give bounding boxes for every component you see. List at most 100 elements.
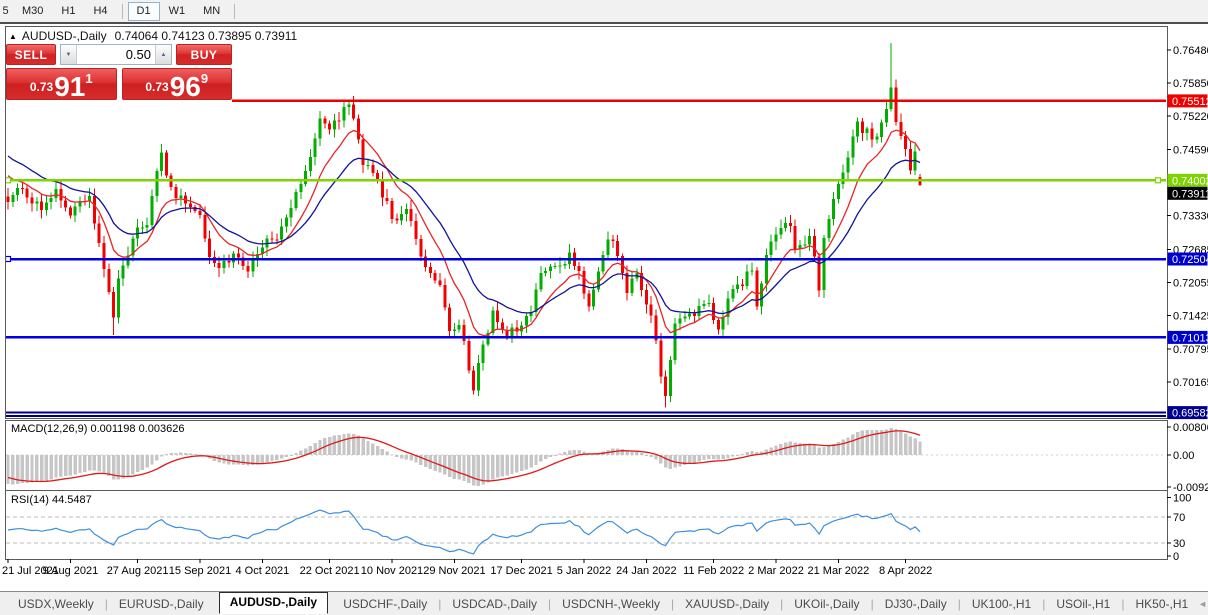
svg-text:0.72055: 0.72055 [1173, 278, 1208, 290]
tab-separator: | [871, 597, 874, 611]
svg-text:0.73911: 0.73911 [1172, 188, 1208, 200]
sell-price-prefix: 0.73 [30, 80, 53, 94]
buy-price-pips: 96 [170, 76, 201, 98]
chart-window: MACD(12,26,9) 0.001198 0.003626RSI(14) 4… [0, 22, 1208, 615]
time-axis[interactable]: 21 Jul 20219 Aug 202127 Aug 202115 Sep 2… [2, 559, 932, 577]
tab-xauusd-daily[interactable]: XAUUSD-,Daily [675, 594, 779, 614]
chart-symbol-label: AUDUSD-,Daily [22, 29, 107, 43]
svg-text:100: 100 [1173, 493, 1191, 505]
svg-text:21 Mar 2022: 21 Mar 2022 [808, 565, 870, 577]
volume-increase-button[interactable]: ▲ [155, 45, 171, 64]
timeframe-button-w1[interactable]: W1 [160, 2, 195, 21]
toolbar-separator [234, 4, 235, 19]
tab-dj30-daily[interactable]: DJ30-,Daily [875, 594, 957, 614]
price-axis[interactable]: 0.764800.758500.752200.745900.733300.726… [1167, 45, 1208, 563]
tab-separator: | [438, 597, 441, 611]
tab-audusd-daily[interactable]: AUDUSD-,Daily [219, 592, 328, 614]
svg-text:4 Oct 2021: 4 Oct 2021 [235, 565, 289, 577]
svg-text:0.75512: 0.75512 [1172, 96, 1208, 108]
collapse-panel-arrow-icon[interactable]: ▲ [9, 32, 17, 41]
chart-title: ▲ AUDUSD-,Daily 0.74064 0.74123 0.73895 0.… [9, 29, 297, 43]
svg-text:0.71013: 0.71013 [1172, 332, 1208, 344]
volume-decrease-button[interactable]: ▼ [61, 45, 77, 64]
tab-hk50-h1[interactable]: HK50-,H1 [1125, 594, 1198, 614]
svg-text:27 Aug 2021: 27 Aug 2021 [107, 565, 169, 577]
svg-text:0.00: 0.00 [1173, 450, 1194, 462]
svg-text:0.72504: 0.72504 [1172, 254, 1208, 266]
svg-text:0.74002: 0.74002 [1172, 175, 1208, 187]
volume-spinner: ▼ ▲ [60, 44, 172, 65]
horizontal-level-lines [6, 101, 1167, 416]
svg-text:8 Apr 2022: 8 Apr 2022 [879, 565, 932, 577]
tab-ukoil-daily[interactable]: UKOil-,Daily [784, 594, 869, 614]
macd-histogram [6, 428, 921, 486]
tab-separator: | [958, 597, 961, 611]
svg-text:22 Oct 2021: 22 Oct 2021 [300, 565, 360, 577]
level-line-handle[interactable] [6, 257, 11, 262]
macd-pane [6, 428, 1166, 486]
macd-label: MACD(12,26,9) 0.001198 0.003626 [11, 423, 184, 435]
sell-button[interactable]: SELL [6, 44, 56, 65]
svg-text:70: 70 [1173, 512, 1185, 524]
tab-uk100-h1[interactable]: UK100-,H1 [962, 594, 1041, 614]
svg-text:15 Sep 2021: 15 Sep 2021 [169, 565, 231, 577]
sell-price-display[interactable]: 0.73 91 1 [6, 68, 117, 100]
svg-text:17 Dec 2021: 17 Dec 2021 [490, 565, 552, 577]
svg-text:0.75850: 0.75850 [1173, 78, 1208, 90]
sell-price-pipette: 1 [85, 71, 92, 86]
timeframe-button-h1[interactable]: H1 [52, 2, 84, 21]
buy-price-display[interactable]: 0.73 96 9 [122, 68, 233, 100]
chart-tab-bar: USDX,Weekly|EURUSD-,Daily|AUDUSD-,Daily|… [0, 591, 1208, 615]
tab-usdcnh-weekly[interactable]: USDCNH-,Weekly [552, 594, 670, 614]
svg-text:2 Mar 2022: 2 Mar 2022 [748, 565, 804, 577]
buy-price-prefix: 0.73 [145, 80, 168, 94]
tab-scroll-arrows: ◄► [1198, 599, 1208, 609]
tab-separator: | [780, 597, 783, 611]
svg-text:30: 30 [1173, 538, 1185, 550]
tab-usoil-h1[interactable]: USOil-,H1 [1046, 594, 1120, 614]
svg-text:5 Jan 2022: 5 Jan 2022 [557, 565, 611, 577]
tab-separator: | [105, 597, 108, 611]
tab-scroll-left-icon[interactable]: ◄ [1198, 599, 1207, 609]
timeframe-toolbar: 5M30H1H4 D1W1MN [0, 0, 1208, 23]
down-arrow-icon: ▼ [66, 52, 72, 58]
chart-canvas[interactable]: MACD(12,26,9) 0.001198 0.003626RSI(14) 4… [0, 24, 1208, 615]
svg-text:0.008061: 0.008061 [1173, 422, 1208, 434]
svg-text:0.73330: 0.73330 [1173, 211, 1208, 223]
tab-separator: | [548, 597, 551, 611]
buy-price-pipette: 9 [201, 71, 208, 86]
volume-input[interactable] [77, 45, 155, 64]
timeframe-button-mn[interactable]: MN [194, 2, 229, 21]
toolbar-separator [122, 4, 123, 19]
timeframe-button-5[interactable]: 5 [0, 2, 13, 21]
svg-text:0: 0 [1173, 551, 1179, 563]
svg-text:10 Nov 2021: 10 Nov 2021 [361, 565, 423, 577]
tab-usdcad-daily[interactable]: USDCAD-,Daily [442, 594, 547, 614]
svg-text:0.76480: 0.76480 [1173, 45, 1208, 57]
tab-usdx-weekly[interactable]: USDX,Weekly [8, 594, 104, 614]
level-line-handle[interactable] [1156, 178, 1161, 183]
tab-separator: | [1121, 597, 1124, 611]
svg-text:0.70165: 0.70165 [1173, 377, 1208, 389]
sell-price-pips: 91 [54, 76, 85, 98]
one-click-trading-panel: SELL ▼ ▲ BUY 0.73 91 1 0.73 96 9 [6, 44, 232, 103]
svg-text:29 Nov 2021: 29 Nov 2021 [423, 565, 485, 577]
svg-text:9 Aug 2021: 9 Aug 2021 [43, 565, 99, 577]
svg-text:0.75220: 0.75220 [1173, 111, 1208, 123]
buy-button[interactable]: BUY [176, 44, 232, 65]
svg-text:0.74590: 0.74590 [1173, 144, 1208, 156]
level-line-handle[interactable] [6, 178, 11, 183]
up-arrow-icon: ▲ [161, 52, 167, 58]
timeframe-button-d1[interactable]: D1 [128, 2, 160, 21]
svg-text:0.71425: 0.71425 [1173, 311, 1208, 323]
tab-usdchf-daily[interactable]: USDCHF-,Daily [333, 594, 437, 614]
timeframe-button-h4[interactable]: H4 [84, 2, 116, 21]
tab-eurusd-daily[interactable]: EURUSD-,Daily [109, 594, 214, 614]
svg-text:0.69582: 0.69582 [1172, 408, 1208, 420]
pane-borders [6, 27, 1168, 560]
svg-text:24 Jan 2022: 24 Jan 2022 [616, 565, 677, 577]
tab-separator: | [1042, 597, 1045, 611]
chart-ohlc-values: 0.74064 0.74123 0.73895 0.73911 [115, 29, 298, 43]
timeframe-button-m30[interactable]: M30 [13, 2, 52, 21]
tab-separator: | [671, 597, 674, 611]
